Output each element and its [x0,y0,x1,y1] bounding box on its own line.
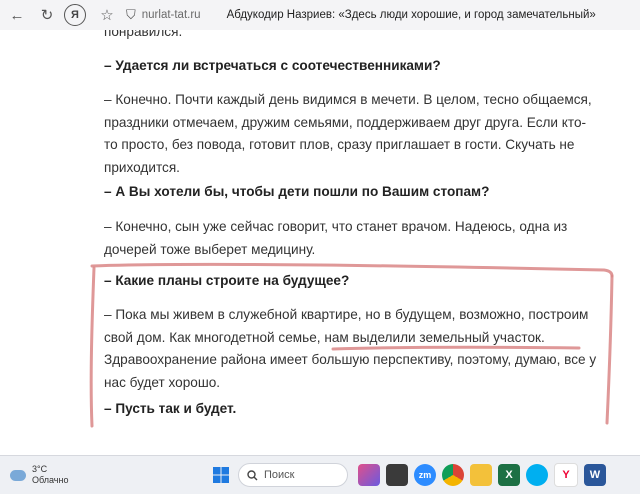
weather-temp: 3°C [32,464,48,474]
marker-left-stroke [89,266,96,428]
marker-right-stroke [605,274,614,425]
search-icon [247,469,258,480]
marker-top-stroke [90,262,614,278]
marker-annotations [89,262,614,428]
file-explorer-icon[interactable] [470,464,492,486]
skype-icon[interactable] [526,464,548,486]
search-placeholder: Поиск [264,469,295,481]
yandex-browser-icon[interactable]: Y [554,463,578,487]
excel-icon[interactable]: X [498,464,520,486]
windows-taskbar: 3°C Облачно Поиск zm X Y W [0,455,640,494]
task-view-icon[interactable] [386,464,408,486]
taskbar-search[interactable]: Поиск [238,463,348,487]
weather-text: 3°C Облачно [32,464,68,486]
weather-widget[interactable]: 3°C Облачно [10,464,210,486]
windows-start-icon[interactable] [210,464,232,486]
zoom-icon[interactable]: zm [414,464,436,486]
marker-underline [331,345,581,351]
chrome-icon[interactable] [442,464,464,486]
weather-desc: Облачно [32,475,69,485]
widget-app-icon[interactable] [358,464,380,486]
cloud-icon [10,469,26,481]
word-icon[interactable]: W [584,464,606,486]
